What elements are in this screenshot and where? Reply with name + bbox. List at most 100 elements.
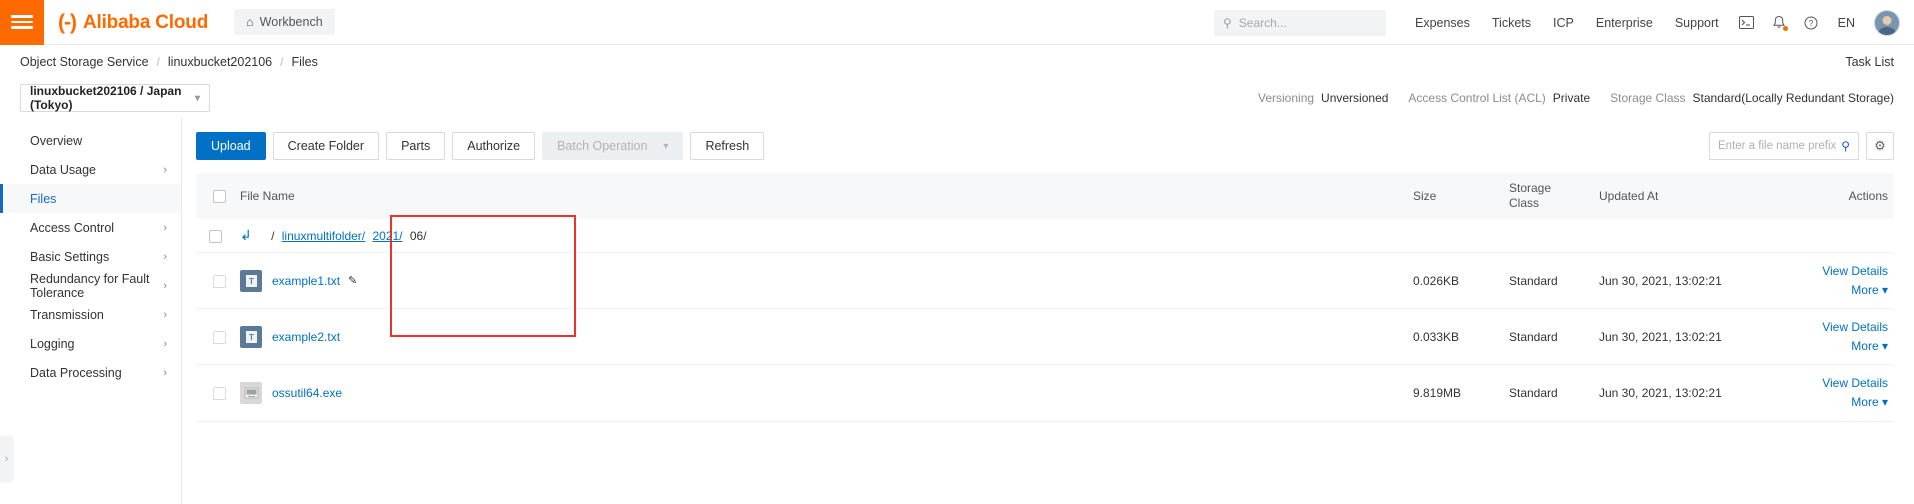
row-updated-at: Jun 30, 2021, 13:02:21 [1593,252,1788,310]
main-content: Upload Create Folder Parts Authorize Bat… [182,118,1914,504]
sidebar-item-label: Transmission [30,307,104,322]
breadcrumb-separator: / [156,54,160,69]
sidebar-item-redundancy-for-fault-tolerance[interactable]: Redundancy for Fault Tolerance › [0,271,181,300]
chevron-right-icon: › [163,279,167,292]
txt-file-icon: T [240,269,262,292]
search-icon: ⚲ [1222,15,1232,30]
row-checkbox[interactable] [212,330,226,344]
view-details-link[interactable]: View Details [1794,318,1888,337]
chevron-down-icon: ▾ [663,140,669,152]
more-dropdown[interactable]: More ▾ [1794,281,1888,300]
console-terminal-icon[interactable] [1730,16,1763,29]
svg-text:T: T [249,277,254,286]
row-file-name-cell: ossutil64.exe [234,364,1407,422]
path-segment-06: 06/ [409,229,427,243]
sidebar-item-data-processing[interactable]: Data Processing › [0,358,181,387]
global-search-input[interactable] [1238,15,1377,30]
nav-link-support[interactable]: Support [1664,16,1730,30]
path-segment-2021[interactable]: 2021/ [372,229,402,243]
toolbar-right-group: ⚲ ⚙ [1709,132,1894,160]
sidebar-item-basic-settings[interactable]: Basic Settings › [0,242,181,271]
meta-label-acl: Access Control List (ACL) [1408,91,1546,105]
page-body: Overview Data Usage › Files Access Contr… [0,118,1914,504]
avatar[interactable] [1874,9,1900,36]
gear-icon: ⚙ [1874,138,1886,153]
sidebar-item-data-usage[interactable]: Data Usage › [0,155,181,184]
txt-file-icon: T [240,325,262,348]
sidebar-item-label: Basic Settings [30,249,110,264]
row-checkbox-cell [196,308,234,366]
hamburger-menu-icon[interactable] [0,0,44,45]
nav-link-tickets[interactable]: Tickets [1481,16,1542,30]
settings-gear-button[interactable]: ⚙ [1866,132,1894,160]
upload-button[interactable]: Upload [196,132,266,160]
table-row: T example2.txt 0.033KB Standard Jun 30, … [196,308,1894,366]
authorize-button[interactable]: Authorize [452,132,536,160]
sidebar-item-files[interactable]: Files [0,184,181,213]
meta-value-versioning: Unversioned [1321,91,1389,105]
nav-link-expenses[interactable]: Expenses [1404,16,1481,30]
path-row-checkbox[interactable] [208,229,222,243]
row-size: 9.819MB [1407,364,1503,422]
bucket-selector-dropdown[interactable]: linuxbucket202106 / Japan (Tokyo) ▾ [20,84,210,112]
header-storage-class: Storage Class [1503,173,1593,219]
view-details-link[interactable]: View Details [1794,262,1888,281]
more-dropdown[interactable]: More ▾ [1794,337,1888,356]
row-checkbox[interactable] [212,387,226,401]
search-icon[interactable]: ⚲ [1841,139,1850,153]
files-table: File Name Size Storage Class Updated At … [196,173,1894,422]
task-list-button[interactable]: Task List [1845,55,1894,69]
notification-bell-icon[interactable] [1763,15,1795,31]
notification-badge-dot [1782,26,1788,31]
file-prefix-search-box[interactable]: ⚲ [1709,132,1859,160]
file-prefix-search-input[interactable] [1718,140,1842,152]
file-name-link[interactable]: example1.txt [272,274,340,288]
sidebar: Overview Data Usage › Files Access Contr… [0,118,182,504]
breadcrumb-item-oss[interactable]: Object Storage Service [20,55,149,69]
sidebar-item-label: Logging [30,336,75,351]
row-checkbox[interactable] [212,274,226,288]
global-search-box[interactable]: ⚲ [1213,9,1386,36]
breadcrumb-item-bucket[interactable]: linuxbucket202106 [168,55,272,69]
row-storage-class: Standard [1503,364,1593,422]
header-actions: Actions [1788,173,1894,219]
meta-label-storage-class: Storage Class [1610,91,1686,105]
parts-button[interactable]: Parts [386,132,446,160]
file-name-link[interactable]: example2.txt [272,330,340,344]
path-root: / [271,229,275,243]
exe-file-icon [240,381,262,404]
path-segment-linuxmultifolder[interactable]: linuxmultifolder/ [282,229,365,243]
sidebar-item-overview[interactable]: Overview [0,126,181,155]
row-file-name-cell: T example2.txt [234,308,1407,366]
sidebar-item-label: Data Processing [30,365,122,380]
nav-link-icp[interactable]: ICP [1542,16,1585,30]
more-dropdown[interactable]: More ▾ [1794,393,1888,412]
workbench-button[interactable]: ⌂ Workbench [234,9,335,35]
brand-logo[interactable]: (-) Alibaba Cloud [58,12,208,33]
row-actions: View Details More ▾ [1788,308,1894,366]
nav-link-enterprise[interactable]: Enterprise [1585,16,1664,30]
language-selector[interactable]: EN [1827,16,1866,30]
view-details-link[interactable]: View Details [1794,374,1888,393]
create-folder-button[interactable]: Create Folder [272,132,380,160]
files-table-body: ↲ / linuxmultifolder/ 2021/ 06/ T exampl… [196,219,1894,422]
sidebar-item-transmission[interactable]: Transmission › [0,300,181,329]
path-breadcrumb-cell: ↲ / linuxmultifolder/ 2021/ 06/ [234,219,1894,253]
sidebar-item-access-control[interactable]: Access Control › [0,213,181,242]
file-name-link[interactable]: ossutil64.exe [272,386,342,400]
batch-operation-dropdown[interactable]: Batch Operation ▾ [542,132,684,160]
top-nav-right-group: ⚲ Expenses Tickets ICP Enterprise Suppor… [1213,0,1904,45]
sidebar-collapse-toggle[interactable]: › [0,436,13,482]
sidebar-item-label: Data Usage [30,162,97,177]
help-question-icon[interactable]: ? [1795,16,1827,30]
back-arrow-icon[interactable]: ↲ [240,227,252,243]
home-icon: ⌂ [246,15,254,29]
chevron-right-icon: › [4,453,9,465]
select-all-checkbox[interactable] [212,189,226,203]
row-actions: View Details More ▾ [1788,364,1894,422]
chevron-down-icon: ▾ [194,92,200,104]
sidebar-item-logging[interactable]: Logging › [0,329,181,358]
edit-pencil-icon[interactable]: ✎ [348,274,357,287]
refresh-button[interactable]: Refresh [690,132,765,160]
chevron-right-icon: › [163,366,167,379]
